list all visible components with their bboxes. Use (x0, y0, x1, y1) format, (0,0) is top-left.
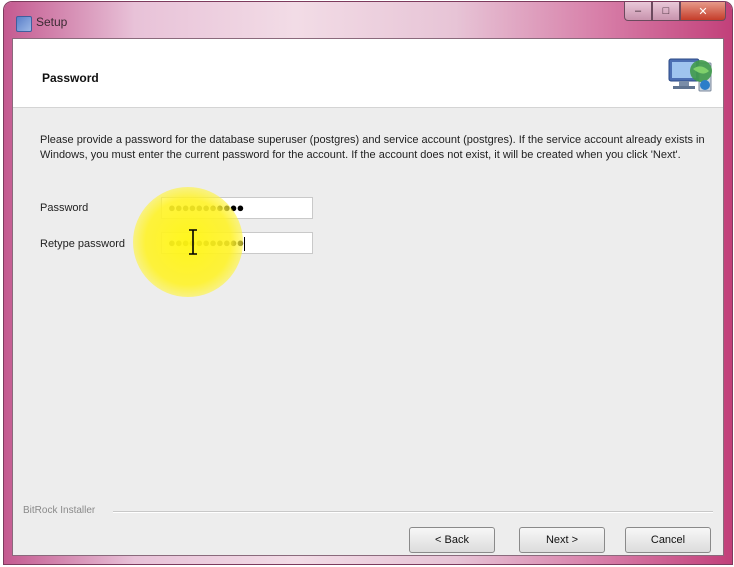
next-button[interactable]: Next > (519, 527, 605, 553)
setup-app-icon (16, 16, 32, 32)
computer-globe-icon (668, 58, 712, 92)
caption-buttons: – □ ✕ (624, 2, 726, 22)
minimize-button[interactable]: – (624, 2, 652, 21)
retype-password-input[interactable]: ●●●●●●●●●●● (161, 232, 313, 254)
back-button[interactable]: < Back (409, 527, 495, 553)
page-description: Please provide a password for the databa… (40, 134, 705, 161)
title-bar[interactable]: Setup – □ ✕ (4, 2, 732, 38)
password-label: Password (40, 202, 89, 214)
password-value: ●●●●●●●●●●● (168, 200, 244, 215)
maximize-button[interactable]: □ (652, 2, 680, 21)
page-header: Password (13, 39, 723, 108)
dialog-client-area: Password Please provide a password for t… (12, 38, 724, 556)
installer-label: BitRock Installer (23, 505, 100, 516)
setup-window: Setup – □ ✕ Password Please provide a pa… (4, 2, 732, 564)
retype-password-label: Retype password (40, 238, 125, 250)
cancel-button[interactable]: Cancel (625, 527, 711, 553)
window-title: Setup (36, 15, 68, 29)
text-caret (244, 236, 246, 251)
footer-separator (113, 511, 713, 513)
password-input[interactable]: ●●●●●●●●●●● (161, 197, 313, 219)
retype-password-value: ●●●●●●●●●●● (168, 235, 244, 250)
page-title: Password (42, 71, 99, 85)
close-button[interactable]: ✕ (680, 2, 726, 21)
